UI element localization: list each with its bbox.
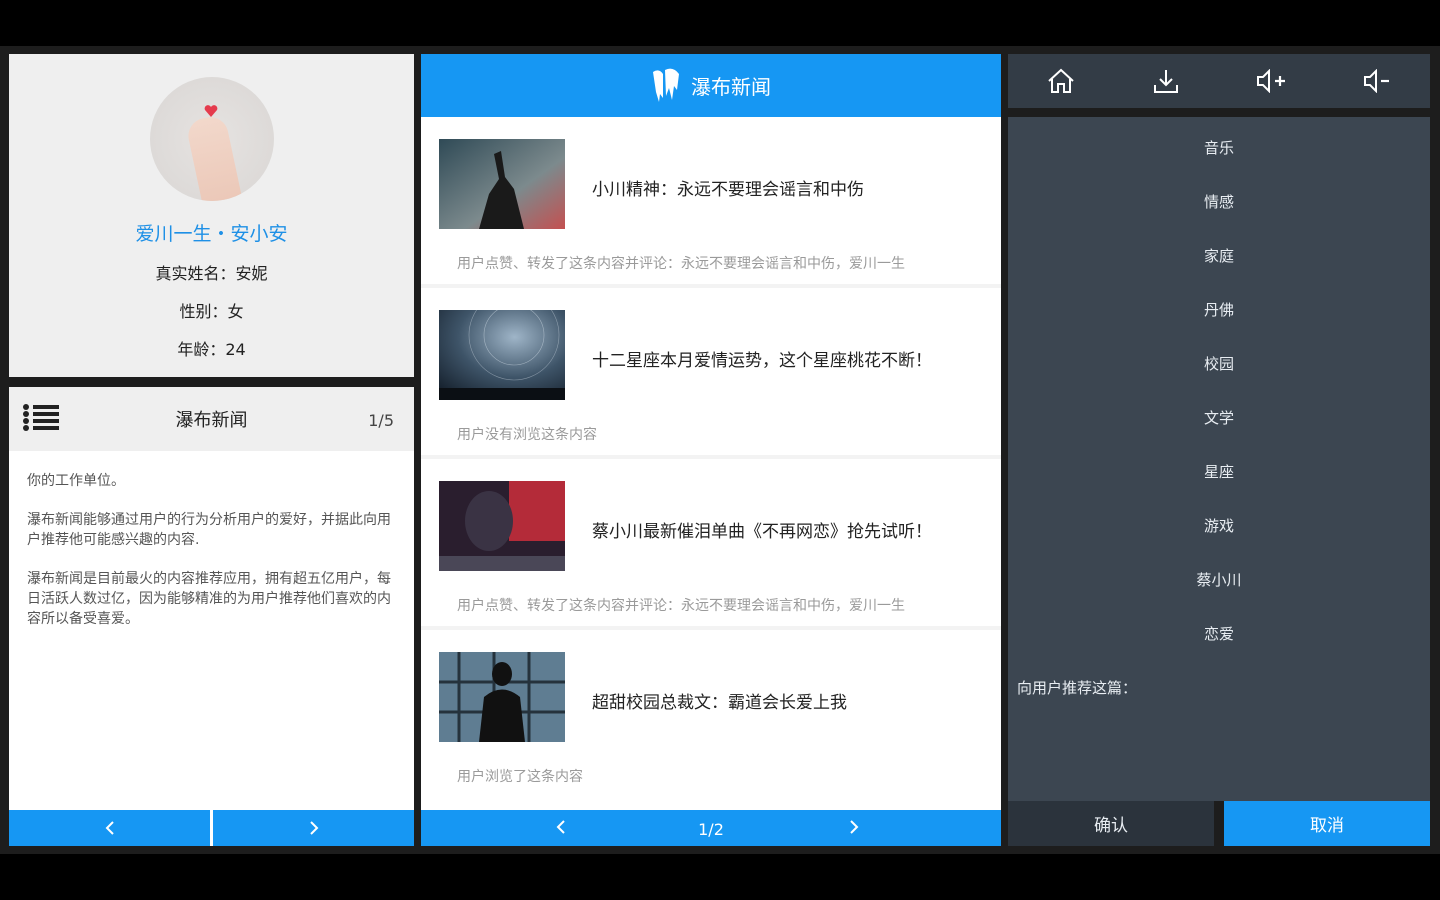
intro-next-button[interactable]	[213, 810, 414, 846]
recommend-label: 向用户推荐这篇：	[1017, 679, 1138, 697]
home-icon	[1048, 68, 1074, 93]
intro-paragraph: 瀑布新闻是目前最火的内容推荐应用，拥有超五亿用户，每日活跃人数过亿，因为能够精准…	[27, 571, 391, 627]
category-item[interactable]: 情感	[1008, 191, 1430, 212]
news-item[interactable]: 蔡小川最新催泪单曲《不再网恋》抢先试听！ 用户点赞、转发了这条内容并评论：永远不…	[421, 459, 1001, 626]
download-button[interactable]	[1114, 54, 1220, 108]
category-item[interactable]: 家庭	[1008, 245, 1430, 266]
news-app-title: 瀑布新闻	[691, 75, 771, 99]
news-item-comment: 用户点赞、转发了这条内容并评论：永远不要理会谣言和中伤，爱川一生	[457, 256, 905, 272]
news-thumbnail	[439, 652, 565, 742]
hand-graphic	[184, 113, 243, 201]
intro-pager	[9, 810, 414, 846]
category-item[interactable]: 蔡小川	[1008, 569, 1430, 590]
category-item[interactable]: 星座	[1008, 461, 1430, 482]
volume-down-icon	[1364, 69, 1390, 93]
waterfall-logo-icon	[653, 68, 679, 102]
chevron-right-icon	[309, 821, 318, 835]
confirm-button[interactable]: 确认	[1008, 801, 1214, 846]
profile-nickname: 爱川一生・安小安	[135, 223, 288, 245]
news-pager: 1/2	[421, 810, 1001, 846]
category-item[interactable]: 游戏	[1008, 515, 1430, 536]
news-item[interactable]: 超甜校园总裁文：霸道会长爱上我 用户浏览了这条内容	[421, 630, 1001, 810]
avatar	[149, 77, 274, 201]
intro-panel-title: 瀑布新闻	[175, 410, 248, 431]
category-panel: 音乐 情感 家庭 丹佛 校园 文学 星座 游戏 蔡小川 恋爱 向用户推荐这篇：	[1008, 117, 1430, 801]
profile-card: 爱川一生・安小安 真实姓名：安妮 性别：女 年龄：24	[9, 54, 414, 377]
volume-up-button[interactable]	[1219, 54, 1325, 108]
category-item[interactable]: 校园	[1008, 353, 1430, 374]
volume-down-button[interactable]	[1325, 54, 1431, 108]
news-item-comment: 用户没有浏览这条内容	[457, 427, 597, 443]
volume-up-icon	[1256, 69, 1285, 93]
news-panel: 瀑布新闻 小川精神：永远不要理会谣言和中伤 用户点赞、转发了这条内容并评论：永远…	[421, 54, 1001, 846]
news-item[interactable]: 小川精神：永远不要理会谣言和中伤 用户点赞、转发了这条内容并评论：永远不要理会谣…	[421, 117, 1001, 284]
intro-panel-page: 1/5	[368, 411, 394, 430]
home-button[interactable]	[1008, 54, 1114, 108]
news-item-comment: 用户浏览了这条内容	[457, 769, 583, 785]
news-item-comment: 用户点赞、转发了这条内容并评论：永远不要理会谣言和中伤，爱川一生	[457, 598, 905, 614]
news-thumbnail	[439, 310, 565, 400]
toolbar	[1008, 54, 1430, 108]
category-item[interactable]: 恋爱	[1008, 623, 1430, 644]
intro-prev-button[interactable]	[9, 810, 210, 846]
category-item[interactable]: 丹佛	[1008, 299, 1430, 320]
news-thumbnail	[439, 139, 565, 229]
app-stage: 爱川一生・安小安 真实姓名：安妮 性别：女 年龄：24 瀑布新闻 1/5 你的工…	[0, 46, 1440, 854]
profile-age: 年龄：24	[177, 340, 246, 359]
news-thumbnail	[439, 481, 565, 571]
intro-panel-body: 你的工作单位。 瀑布新闻能够通过用户的行为分析用户的爱好，并据此向用户推荐他可能…	[9, 451, 414, 649]
cancel-button[interactable]: 取消	[1224, 801, 1430, 846]
menu-icon[interactable]	[23, 404, 59, 432]
chevron-right-icon[interactable]	[848, 819, 860, 835]
category-item[interactable]: 音乐	[1008, 137, 1430, 158]
intro-panel-header: 瀑布新闻 1/5	[9, 387, 414, 451]
news-page-indicator: 1/2	[698, 820, 724, 839]
heart-icon	[204, 105, 217, 117]
news-item-title: 超甜校园总裁文：霸道会长爱上我	[592, 693, 847, 713]
news-item-title: 小川精神：永远不要理会谣言和中伤	[592, 180, 864, 200]
news-item-title: 十二星座本月爱情运势，这个星座桃花不断！	[592, 351, 932, 371]
intro-paragraph: 你的工作单位。	[27, 473, 125, 489]
profile-real-name: 真实姓名：安妮	[155, 264, 268, 283]
news-header: 瀑布新闻	[421, 54, 1001, 117]
news-item[interactable]: 十二星座本月爱情运势，这个星座桃花不断！ 用户没有浏览这条内容	[421, 288, 1001, 455]
profile-gender: 性别：女	[179, 302, 244, 321]
intro-paragraph: 瀑布新闻能够通过用户的行为分析用户的爱好，并据此向用户推荐他可能感兴趣的内容.	[27, 512, 391, 548]
download-icon	[1154, 70, 1179, 93]
chevron-left-icon	[105, 821, 114, 835]
category-item[interactable]: 文学	[1008, 407, 1430, 428]
news-item-title: 蔡小川最新催泪单曲《不再网恋》抢先试听！	[592, 522, 932, 542]
intro-panel: 瀑布新闻 1/5 你的工作单位。 瀑布新闻能够通过用户的行为分析用户的爱好，并据…	[9, 387, 414, 846]
